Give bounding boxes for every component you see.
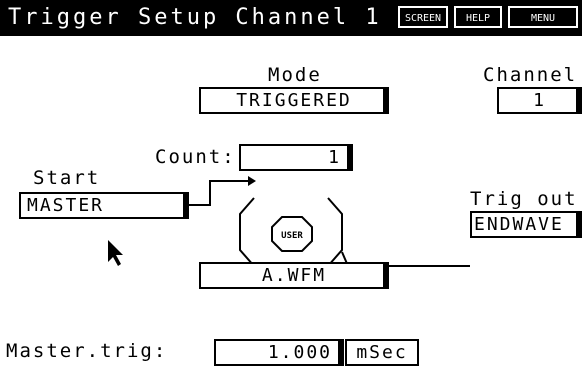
mode-label: Mode (268, 64, 322, 86)
left-bracket (239, 197, 255, 267)
start-arrow-icon (248, 176, 256, 186)
master-trig-value-field[interactable]: 1.000 (214, 339, 344, 366)
user-block[interactable]: USER (270, 215, 314, 253)
channel-field[interactable]: 1 (497, 87, 582, 114)
count-label: Count: (155, 146, 236, 168)
mode-field[interactable]: TRIGGERED (199, 87, 389, 114)
trig-out-label: Trig out (470, 188, 578, 210)
right-bracket (327, 197, 343, 267)
master-trig-unit-field[interactable]: mSec (345, 339, 419, 366)
trig-out-field[interactable]: ENDWAVE (470, 211, 582, 238)
start-field[interactable]: MASTER (19, 192, 189, 219)
start-label: Start (33, 167, 101, 189)
waveform-field[interactable]: A.WFM (199, 262, 389, 289)
mouse-pointer-icon (108, 240, 123, 266)
channel-label: Channel (483, 64, 578, 86)
user-block-label: USER (281, 231, 303, 241)
start-wire (189, 180, 248, 206)
master-trig-label: Master.trig: (6, 340, 168, 362)
count-field[interactable]: 1 (239, 144, 353, 171)
